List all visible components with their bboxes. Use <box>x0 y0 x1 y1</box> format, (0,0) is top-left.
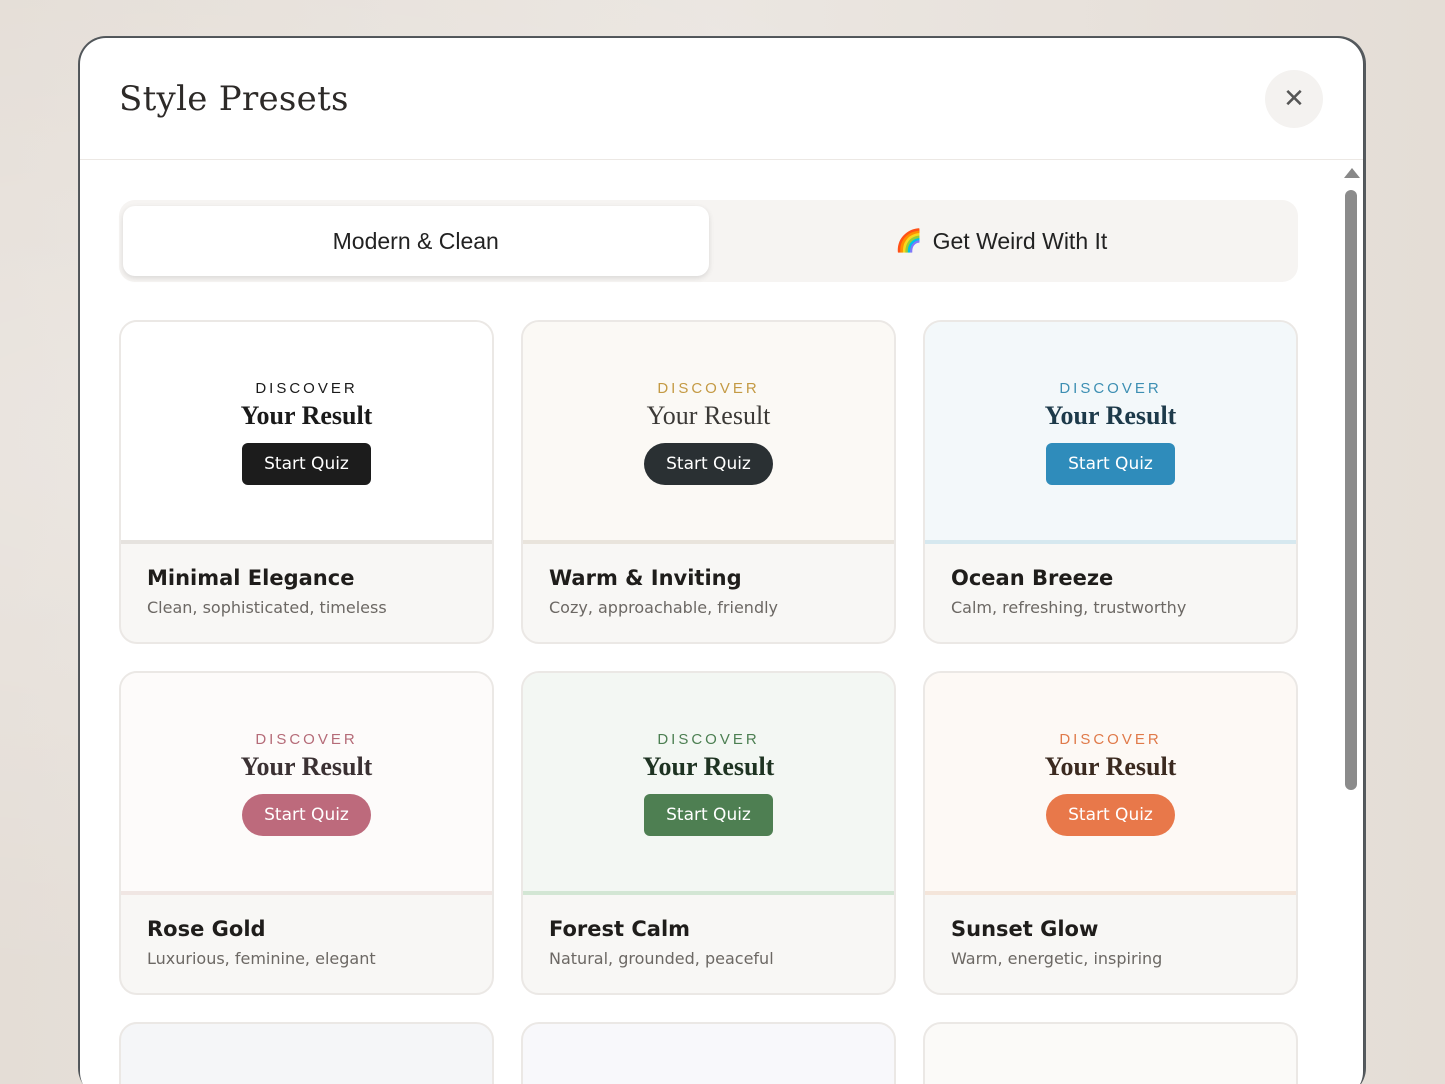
preset-card[interactable] <box>521 1022 896 1084</box>
preset-name: Forest Calm <box>549 917 691 941</box>
preview-eyebrow: DISCOVER <box>1059 379 1162 397</box>
preset-card[interactable]: DISCOVER Your Result Start Quiz Sunset Glow… <box>923 671 1298 995</box>
preset-grid: DISCOVER Your Result Start Quiz Minimal Ele… <box>119 320 1298 1084</box>
modal-header: Style Presets ✕ <box>80 38 1363 160</box>
preset-info: Rose Gold Luxurious, feminine, elegant <box>121 895 492 968</box>
preview-start-quiz-button: Start Quiz <box>644 793 773 836</box>
preset-card[interactable]: DISCOVER Your Result Start Quiz Forest Calm… <box>521 671 896 995</box>
preset-preview: DISCOVER Your Result Start Quiz <box>121 673 492 895</box>
preview-start-quiz-button: Start Quiz <box>242 793 371 836</box>
preset-preview: DISCOVER Your Result Start Quiz <box>121 322 492 544</box>
preview-headline: Your Result <box>1044 400 1177 430</box>
preview-eyebrow: DISCOVER <box>1059 730 1162 748</box>
close-icon: ✕ <box>1283 83 1305 114</box>
rainbow-icon: 🌈 <box>895 228 923 253</box>
preset-description: Calm, refreshing, trustworthy <box>951 598 1187 617</box>
preset-preview: DISCOVER Your Result Start Quiz <box>925 673 1296 895</box>
preview-headline: Your Result <box>240 751 373 781</box>
preset-description: Natural, grounded, peaceful <box>549 949 774 968</box>
preset-card[interactable]: DISCOVER Your Result Start Quiz Ocean Breez… <box>923 320 1298 644</box>
preset-info: Warm & Inviting Cozy, approachable, frien… <box>523 544 894 617</box>
preview-start-quiz-button: Start Quiz <box>1046 793 1175 836</box>
preset-description: Warm, energetic, inspiring <box>951 949 1163 968</box>
preset-description: Clean, sophisticated, timeless <box>147 598 387 617</box>
preview-start-quiz-button: Start Quiz <box>644 442 773 485</box>
preview-eyebrow: DISCOVER <box>255 730 358 748</box>
tab-get-weird[interactable]: 🌈 Get Weird With It <box>709 206 1295 276</box>
preset-info: Forest Calm Natural, grounded, peaceful <box>523 895 894 968</box>
preset-card[interactable]: DISCOVER Your Result Start Quiz Rose Gold Lu… <box>119 671 494 995</box>
preview-headline: Your Result <box>1044 751 1177 781</box>
tab-label: Get Weird With It <box>932 227 1108 254</box>
preset-description: Cozy, approachable, friendly <box>549 598 779 617</box>
tab-modern-clean[interactable]: Modern & Clean <box>123 206 709 276</box>
preset-info: Ocean Breeze Calm, refreshing, trustworth… <box>925 544 1296 617</box>
preset-description: Luxurious, feminine, elegant <box>147 949 376 968</box>
preview-start-quiz-button: Start Quiz <box>242 442 371 485</box>
preview-headline: Your Result <box>646 400 771 430</box>
preview-headline: Your Result <box>240 400 373 430</box>
preset-info: Sunset Glow Warm, energetic, inspiring <box>925 895 1296 968</box>
preview-eyebrow: DISCOVER <box>657 730 760 748</box>
preset-name: Ocean Breeze <box>951 566 1114 590</box>
scrollbar-thumb[interactable] <box>1345 190 1357 790</box>
preset-card[interactable] <box>119 1022 494 1084</box>
modal-body: Modern & Clean 🌈 Get Weird With It DISCO… <box>80 160 1363 1084</box>
style-presets-modal: Style Presets ✕ Modern & Clean 🌈 Get Wei… <box>80 38 1363 1084</box>
preset-name: Sunset Glow <box>951 917 1099 941</box>
preset-card[interactable]: DISCOVER Your Result Start Quiz Minimal Ele… <box>119 320 494 644</box>
preset-name: Rose Gold <box>147 917 266 941</box>
preset-card[interactable]: DISCOVER Your Result Start Quiz Warm & Invi… <box>521 320 896 644</box>
preview-eyebrow: DISCOVER <box>657 379 760 397</box>
preview-start-quiz-button: Start Quiz <box>1046 442 1175 485</box>
preview-headline: Your Result <box>642 751 775 781</box>
preset-preview: DISCOVER Your Result Start Quiz <box>523 673 894 895</box>
preset-info: Minimal Elegance Clean, sophisticated, ti… <box>121 544 492 617</box>
scroll-up-arrow-icon[interactable] <box>1344 168 1360 178</box>
modal-title: Style Presets <box>119 78 349 119</box>
scrollbar[interactable] <box>1341 160 1361 1084</box>
tab-label: Modern & Clean <box>332 227 499 254</box>
close-button[interactable]: ✕ <box>1265 69 1323 128</box>
preset-name: Warm & Inviting <box>549 566 742 590</box>
preset-preview: DISCOVER Your Result Start Quiz <box>925 322 1296 544</box>
preset-name: Minimal Elegance <box>147 566 355 590</box>
preset-category-tabs: Modern & Clean 🌈 Get Weird With It <box>119 200 1298 282</box>
preset-preview: DISCOVER Your Result Start Quiz <box>523 322 894 544</box>
preset-card[interactable] <box>923 1022 1298 1084</box>
preview-eyebrow: DISCOVER <box>255 379 358 397</box>
